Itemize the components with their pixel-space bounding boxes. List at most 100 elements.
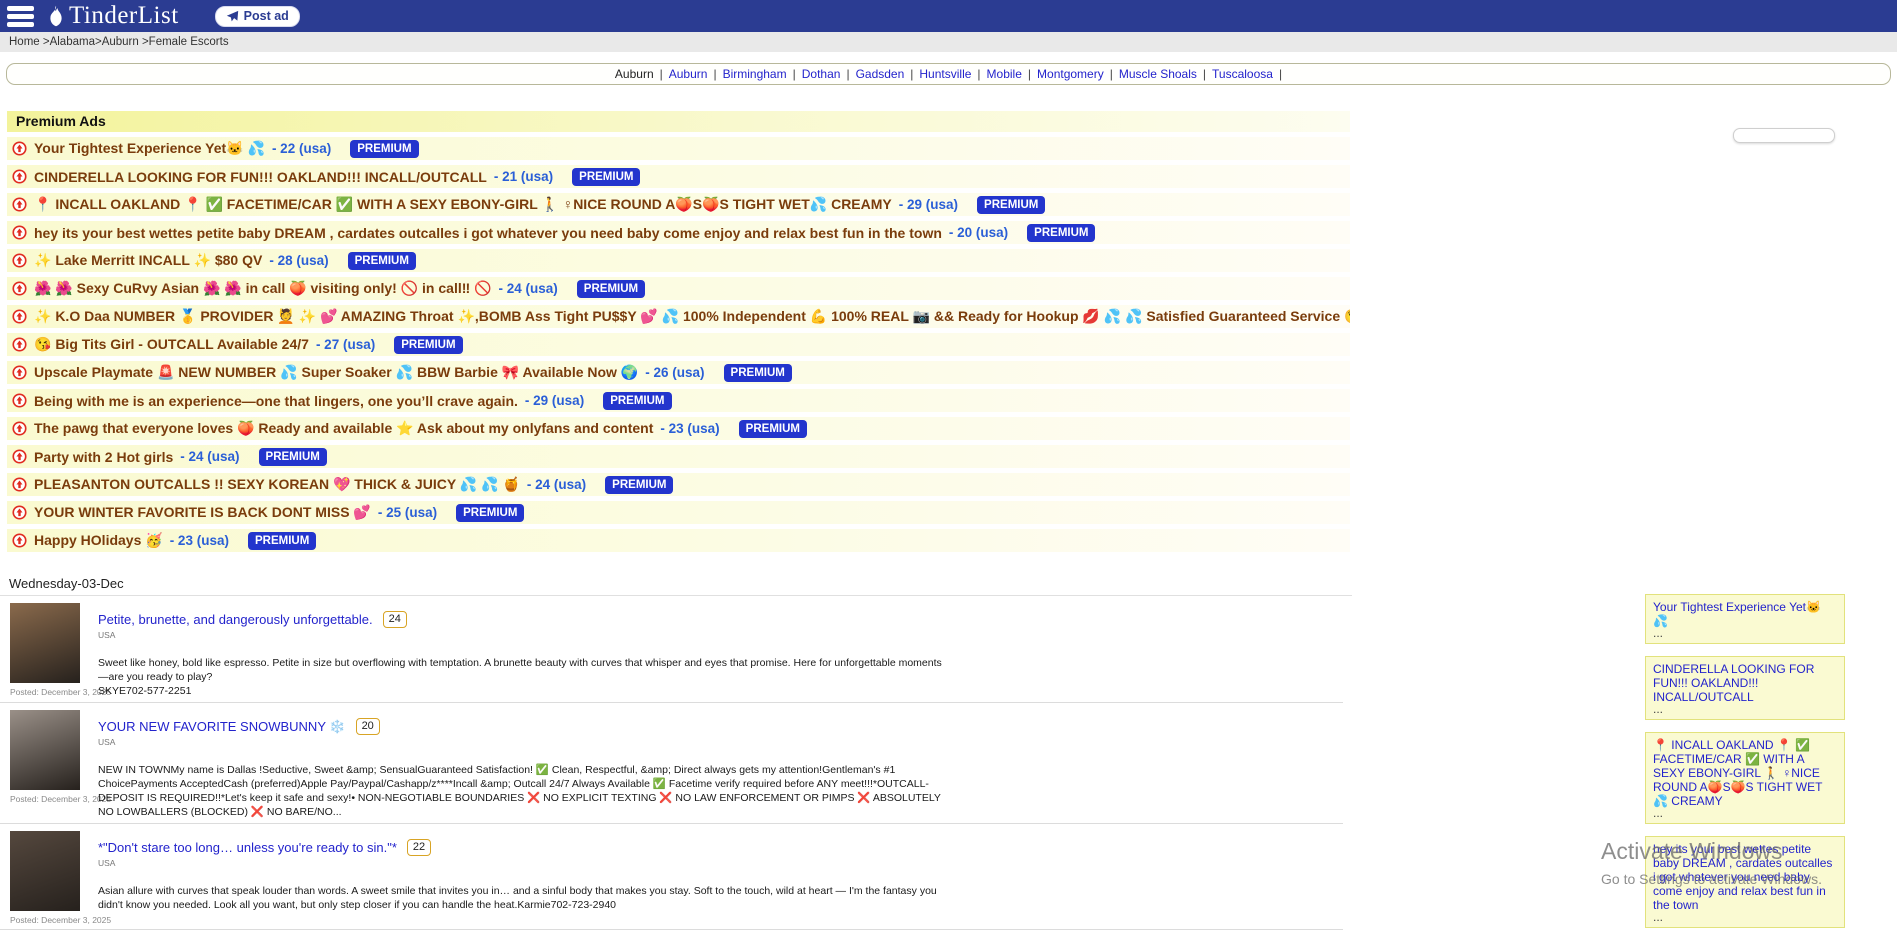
premium-badge[interactable]: PREMIUM (1027, 224, 1095, 242)
up-arrow-icon (12, 253, 27, 268)
premium-ad-title-link[interactable]: 📍 INCALL OAKLAND 📍 ✅ FACETIME/CAR ✅ WITH… (34, 196, 892, 213)
city-link-birmingham[interactable]: Birmingham (723, 67, 787, 81)
premium-ad-title-link[interactable]: hey its your best wettes petite baby DRE… (34, 225, 942, 241)
premium-ad-age: - 24 (usa) (527, 477, 586, 492)
premium-ad-title-link[interactable]: Being with me is an experience—one that … (34, 393, 518, 409)
premium-ad-age: - 26 (usa) (645, 365, 704, 380)
city-link-montgomery[interactable]: Montgomery (1037, 67, 1104, 81)
premium-ad-title-link[interactable]: Happy HOlidays 🥳 (34, 532, 163, 549)
listing-content: *"Don't stare too long… unless you're re… (98, 831, 1343, 925)
premium-ad-title-link[interactable]: Upscale Playmate 🚨 NEW NUMBER 💦 Super So… (34, 364, 638, 381)
premium-badge[interactable]: PREMIUM (577, 280, 645, 298)
up-arrow-icon (12, 309, 27, 324)
premium-ad-row: 🌺 🌺 Sexy CuRvy Asian 🌺 🌺 in call 🍑 visit… (7, 277, 1350, 300)
premium-ad-title-link[interactable]: The pawg that everyone loves 🍑 Ready and… (34, 420, 653, 437)
separator: | (1279, 67, 1282, 81)
premium-ad-title-link[interactable]: Your Tightest Experience Yet🐱 💦 (34, 140, 265, 157)
premium-ad-row: PLEASANTON OUTCALLS !! SEXY KOREAN 💖 THI… (7, 473, 1350, 496)
listing-photo[interactable] (10, 710, 80, 790)
premium-badge[interactable]: PREMIUM (605, 476, 673, 494)
sidebar-ad-box: 📍 INCALL OAKLAND 📍 ✅ FACETIME/CAR ✅ WITH… (1645, 732, 1845, 824)
premium-badge[interactable]: PREMIUM (259, 448, 327, 466)
listing-contact: SKYE702-577-2251 (98, 684, 943, 698)
premium-ad-row: 😘 Big Tits Girl - OUTCALL Available 24/7… (7, 333, 1350, 356)
listing-content: YOUR NEW FAVORITE SNOWBUNNY ❄️20USANEW I… (98, 710, 1343, 819)
separator: | (846, 67, 849, 81)
city-link-gadsden[interactable]: Gadsden (856, 67, 905, 81)
listing-left-column: Posted: December 3, 2025 (10, 710, 98, 819)
premium-badge[interactable]: PREMIUM (739, 420, 807, 438)
floating-widget[interactable] (1733, 128, 1835, 143)
premium-ad-age: - 29 (usa) (899, 197, 958, 212)
posted-date: Posted: December 3, 2025 (10, 794, 98, 804)
premium-badge[interactable]: PREMIUM (348, 252, 416, 270)
sidebar-ad-more: ... (1653, 808, 1837, 818)
premium-ad-title-link[interactable]: PLEASANTON OUTCALLS !! SEXY KOREAN 💖 THI… (34, 476, 520, 493)
premium-ad-age: - 22 (usa) (272, 141, 331, 156)
up-arrow-icon (12, 141, 27, 156)
listing-title-link[interactable]: *"Don't stare too long… unless you're re… (98, 840, 397, 855)
sidebar-ad-link[interactable]: 📍 INCALL OAKLAND 📍 ✅ FACETIME/CAR ✅ WITH… (1653, 738, 1837, 808)
premium-ad-age: - 21 (usa) (494, 169, 553, 184)
city-link-muscle-shoals[interactable]: Muscle Shoals (1119, 67, 1197, 81)
premium-ad-title-link[interactable]: 🌺 🌺 Sexy CuRvy Asian 🌺 🌺 in call 🍑 visit… (34, 280, 492, 297)
post-ad-button[interactable]: Post ad (215, 6, 300, 27)
premium-badge[interactable]: PREMIUM (724, 364, 792, 382)
listing-country: USA (98, 737, 1343, 747)
paper-plane-icon (226, 10, 239, 23)
premium-ad-title-link[interactable]: ✨ K.O Daa NUMBER 🥇 PROVIDER 💆 ✨ 💕 AMAZIN… (34, 308, 1350, 325)
premium-ad-row: CINDERELLA LOOKING FOR FUN!!! OAKLAND!!!… (7, 165, 1350, 188)
age-badge: 20 (356, 718, 380, 735)
city-link-auburn[interactable]: Auburn (669, 67, 708, 81)
city-link-huntsville[interactable]: Huntsville (919, 67, 971, 81)
listing-title-link[interactable]: Petite, brunette, and dangerously unforg… (98, 612, 373, 627)
listing-left-column: Posted: December 3, 2025 (10, 831, 98, 925)
separator: | (1028, 67, 1031, 81)
city-link-mobile[interactable]: Mobile (987, 67, 1022, 81)
premium-ad-age: - 27 (usa) (316, 337, 375, 352)
listing-photo[interactable] (10, 603, 80, 683)
premium-ad-row: ✨ Lake Merritt INCALL ✨ $80 QV- 28 (usa)… (7, 249, 1350, 272)
premium-ads-section: Premium Ads Your Tightest Experience Yet… (7, 111, 1350, 552)
premium-ad-title-link[interactable]: CINDERELLA LOOKING FOR FUN!!! OAKLAND!!!… (34, 169, 487, 185)
premium-badge[interactable]: PREMIUM (977, 196, 1045, 214)
sidebar-ad-more: ... (1653, 912, 1837, 922)
menu-icon[interactable] (7, 6, 34, 27)
separator: | (660, 67, 663, 81)
premium-badge[interactable]: PREMIUM (350, 140, 418, 158)
listing-description: Asian allure with curves that speak loud… (98, 884, 943, 912)
premium-badge[interactable]: PREMIUM (248, 532, 316, 550)
premium-ad-title-link[interactable]: YOUR WINTER FAVORITE IS BACK DONT MISS 💕 (34, 504, 371, 521)
premium-badge[interactable]: PREMIUM (603, 392, 671, 410)
premium-ad-title-link[interactable]: 😘 Big Tits Girl - OUTCALL Available 24/7 (34, 336, 309, 353)
up-arrow-icon (12, 225, 27, 240)
premium-badge[interactable]: PREMIUM (394, 336, 462, 354)
premium-badge[interactable]: PREMIUM (572, 168, 640, 186)
city-link-tuscaloosa[interactable]: Tuscaloosa (1212, 67, 1273, 81)
premium-ad-title-link[interactable]: Party with 2 Hot girls (34, 449, 173, 465)
sidebar-ad-link[interactable]: CINDERELLA LOOKING FOR FUN!!! OAKLAND!!!… (1653, 662, 1837, 704)
premium-ad-age: - 20 (usa) (949, 225, 1008, 240)
city-link-auburn: Auburn (615, 67, 654, 81)
listing-photo[interactable] (10, 831, 80, 911)
premium-ad-row: Upscale Playmate 🚨 NEW NUMBER 💦 Super So… (7, 361, 1350, 384)
premium-ad-title-link[interactable]: ✨ Lake Merritt INCALL ✨ $80 QV (34, 252, 262, 269)
city-link-dothan[interactable]: Dothan (802, 67, 841, 81)
city-nav: Auburn|Auburn|Birmingham|Dothan|Gadsden|… (6, 63, 1891, 85)
premium-ad-age: - 23 (usa) (170, 533, 229, 548)
listing-country: USA (98, 630, 1343, 640)
flame-icon (46, 5, 66, 27)
premium-ad-age: - 24 (usa) (499, 281, 558, 296)
age-badge: 24 (383, 611, 407, 628)
breadcrumb[interactable]: Home >Alabama>Auburn >Female Escorts (0, 32, 1897, 52)
logo[interactable]: TinderList (46, 2, 179, 30)
up-arrow-icon (12, 393, 27, 408)
sidebar-ad-link[interactable]: Your Tightest Experience Yet🐱 💦 (1653, 600, 1837, 628)
up-arrow-icon (12, 169, 27, 184)
listing-title-link[interactable]: YOUR NEW FAVORITE SNOWBUNNY ❄️ (98, 719, 346, 735)
premium-badge[interactable]: PREMIUM (456, 504, 524, 522)
premium-ad-age: - 23 (usa) (660, 421, 719, 436)
sidebar-ad-link[interactable]: hey its your best wettes petite baby DRE… (1653, 842, 1837, 912)
sidebar-ad-more: ... (1653, 704, 1837, 714)
listing-description: Sweet like honey, bold like espresso. Pe… (98, 656, 943, 684)
